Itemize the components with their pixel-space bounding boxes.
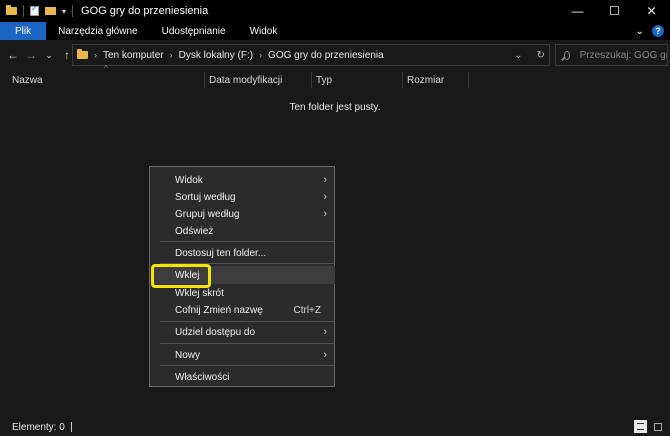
menu-item-label: Grupuj według [175,208,240,220]
tab-home[interactable]: Narzędzia główne [46,22,150,40]
menu-item-undo-rename[interactable]: Cofnij Zmień nazwę Ctrl+Z [151,301,335,319]
window-controls: — ☐ ✕ [559,0,670,22]
menu-item-label: Wklej [175,269,200,281]
menu-item-label: Właściwości [175,371,230,383]
menu-separator [160,343,334,344]
menu-item-refresh[interactable]: Odśwież [151,222,335,240]
properties-icon[interactable] [30,4,39,16]
address-bar[interactable]: › Ten komputer › Dysk lokalny (F:) › GOG… [72,44,550,66]
expand-ribbon-icon[interactable]: ⌄ [636,26,644,37]
refresh-button[interactable]: ↻ [537,50,545,61]
menu-item-label: Wklej skrót [175,287,224,299]
column-name[interactable]: Nazwa [8,70,43,90]
search-icon [564,50,570,60]
submenu-arrow-icon: › [323,326,327,338]
breadcrumb-local-disk[interactable]: Dysk lokalny (F:) [179,50,253,61]
menu-item-label: Cofnij Zmień nazwę [175,304,263,316]
menu-separator [160,263,334,264]
menu-item-label: Sortuj według [175,191,236,203]
menu-item-give-access[interactable]: Udziel dostępu do › [151,323,335,341]
quick-access-toolbar: ▾ [6,4,74,17]
empty-folder-message: Ten folder jest pusty. [289,102,381,113]
text-cursor [70,422,72,432]
folder-icon [6,5,17,15]
folder-icon [77,49,88,59]
sort-indicator-icon: ^ [104,64,108,73]
menu-item-group-by[interactable]: Grupuj według › [151,205,335,223]
status-bar: Elementy: 0 [0,418,670,436]
menu-shortcut: Ctrl+Z [293,304,322,316]
menu-item-customize-folder[interactable]: Dostosuj ten folder... [151,244,335,262]
maximize-button[interactable]: ☐ [596,0,633,22]
menu-separator [160,321,334,322]
menu-item-properties[interactable]: Właściwości [151,368,335,386]
menu-item-paste[interactable]: Wklej [151,266,335,284]
breadcrumb-separator: › [259,50,263,60]
divider [23,5,24,17]
quick-access-dropdown[interactable]: ▾ [62,7,66,16]
column-size[interactable]: Rozmiar [403,70,444,90]
breadcrumb-this-pc[interactable]: Ten komputer [103,50,164,61]
search-box[interactable]: Przeszukaj: GOG gry do przeniesienia [555,44,668,66]
tab-file[interactable]: Plik [0,22,47,40]
context-menu: Widok › Sortuj według › Grupuj według › … [149,166,335,387]
tab-share[interactable]: Udostępnianie [150,22,238,40]
new-folder-icon[interactable] [45,7,56,15]
navigation-bar: ← → ⌄ ↑ › Ten komputer › Dysk lokalny (F… [0,40,670,70]
menu-item-paste-shortcut[interactable]: Wklej skrót [151,284,335,302]
recent-locations-button[interactable]: ⌄ [40,50,58,61]
close-button[interactable]: ✕ [633,0,670,22]
submenu-arrow-icon: › [323,191,327,203]
divider [72,5,74,17]
search-placeholder: Przeszukaj: GOG gry do przeniesienia [579,49,667,61]
menu-item-view[interactable]: Widok › [151,171,335,189]
title-bar: ▾ GOG gry do przeniesienia — ☐ ✕ [0,0,670,22]
menu-item-sort-by[interactable]: Sortuj według › [151,188,335,206]
details-view-icon[interactable] [634,420,647,433]
column-date-modified[interactable]: Data modyfikacji [205,70,282,90]
minimize-button[interactable]: — [559,0,596,22]
menu-item-label: Dostosuj ten folder... [175,247,267,259]
column-headers: ^ Nazwa Data modyfikacji Typ Rozmiar [0,64,670,90]
column-type[interactable]: Typ [312,70,332,90]
menu-item-label: Odśwież [175,225,214,237]
address-history-dropdown[interactable]: ⌄ [514,50,522,61]
ribbon-tabs: Plik Narzędzia główne Udostępnianie Wido… [0,22,670,40]
forward-button[interactable]: → [22,48,40,62]
submenu-arrow-icon: › [323,349,327,361]
submenu-arrow-icon: › [323,174,327,186]
breadcrumb-separator: › [169,50,173,60]
item-count: Elementy: 0 [12,421,65,433]
help-icon[interactable]: ? [652,25,664,37]
window-title: GOG gry do przeniesienia [81,5,209,17]
submenu-arrow-icon: › [323,208,327,220]
menu-item-label: Widok [175,174,203,186]
menu-item-label: Nowy [175,349,201,361]
column-divider[interactable] [468,72,469,88]
back-button[interactable]: ← [4,48,22,62]
menu-separator [160,241,334,242]
breadcrumb-separator: › [94,50,97,60]
menu-separator [160,365,334,366]
menu-item-label: Udziel dostępu do [175,326,256,338]
breadcrumb-current-folder[interactable]: GOG gry do przeniesienia [268,50,384,61]
menu-item-new[interactable]: Nowy › [151,346,335,364]
tab-view[interactable]: Widok [238,22,290,40]
tiles-view-icon[interactable] [651,420,664,433]
